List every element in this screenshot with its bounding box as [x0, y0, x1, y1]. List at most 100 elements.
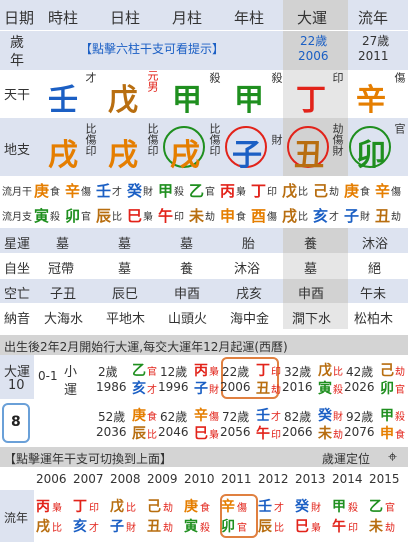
dayun-zhi[interactable]: 未 — [318, 423, 332, 443]
liuyue-gan-char[interactable]: 丁 — [251, 180, 266, 201]
liuyue-gan-char[interactable]: 辛 — [375, 180, 390, 201]
liuyue-zhi-tag: 殺 — [50, 212, 60, 223]
dayun-gan[interactable]: 癸 — [318, 405, 332, 425]
kongwang-dayun: 申酉 — [298, 287, 325, 302]
zizuo-year: 沐浴 — [234, 262, 261, 277]
liuyue-zhi-tag: 比 — [298, 212, 308, 223]
liuyue-zhi-char[interactable]: 申 — [220, 205, 235, 226]
dayun-age: 22歲 — [300, 34, 328, 48]
dayun-gan-tag: 殺 — [395, 412, 405, 423]
liunian-gan[interactable]: 庚 — [184, 496, 198, 516]
liunian-year: 2011 — [358, 49, 389, 63]
dayun-zhi[interactable]: 午 — [256, 423, 270, 443]
liuyue-zhi-char[interactable]: 午 — [158, 205, 173, 226]
dayun-gan[interactable]: 己 — [380, 360, 394, 380]
dayun-zhi[interactable]: 亥 — [132, 378, 146, 398]
xingyun-hour: 墓 — [56, 237, 70, 252]
liuyue-zhi-char[interactable]: 子 — [344, 205, 359, 226]
dizhi-year[interactable]: 子 — [232, 130, 262, 174]
liunian-gan[interactable]: 丁 — [73, 496, 87, 516]
liunian-zhi[interactable]: 卯 — [221, 516, 235, 536]
liuyue-zhi-char[interactable]: 戌 — [282, 205, 297, 226]
dayun-gan[interactable]: 丁 — [256, 360, 270, 380]
liuyue-zhi-char[interactable]: 巳 — [127, 205, 142, 226]
dayun-zhi[interactable]: 巳 — [194, 423, 208, 443]
liuyue-gan-char[interactable]: 庚 — [344, 180, 359, 201]
liunian-gan[interactable]: 辛 — [221, 496, 235, 516]
liunian-zhi-tag: 劫 — [385, 523, 395, 534]
liuyue-gan-char[interactable]: 戊 — [282, 180, 297, 201]
kongwang-label: 空亡 — [4, 287, 31, 302]
liunian-zhi[interactable]: 寅 — [184, 516, 198, 536]
dayun-zhi[interactable]: 子 — [194, 378, 208, 398]
tiangan-dayun[interactable]: 丁 — [296, 75, 326, 119]
liuyue-zhi-tag: 才 — [329, 212, 339, 223]
dayun-zhi[interactable]: 卯 — [380, 378, 394, 398]
liuyue-zhi-char[interactable]: 酉 — [251, 205, 266, 226]
tiangan-year[interactable]: 甲 — [234, 75, 264, 119]
liunian-zhi[interactable]: 亥 — [73, 516, 87, 536]
dayun-gan[interactable]: 辛 — [194, 405, 208, 425]
liuyue-zhi-char[interactable]: 辰 — [96, 205, 111, 226]
liunian-gan[interactable]: 戊 — [110, 496, 124, 516]
tiangan-hour[interactable]: 壬 — [48, 75, 78, 119]
age-label: 歲 — [10, 35, 24, 51]
liunian-gan[interactable]: 癸 — [295, 496, 309, 516]
dayun-gan[interactable]: 壬 — [256, 405, 270, 425]
liuyue-zhi-char[interactable]: 丑 — [375, 205, 390, 226]
liunian-zhi[interactable]: 丑 — [147, 516, 161, 536]
tiangan-liunian[interactable]: 辛 — [356, 75, 386, 119]
liunian-zhi[interactable]: 午 — [332, 516, 346, 536]
dayun-gan[interactable]: 乙 — [132, 360, 146, 380]
crosshair-icon[interactable]: ⌖ — [388, 447, 397, 467]
liuyue-gan-char[interactable]: 己 — [313, 180, 328, 201]
liuyue-gan-char[interactable]: 乙 — [189, 180, 204, 201]
dayun-zhi[interactable]: 丑 — [256, 378, 270, 398]
dayun-gan[interactable]: 甲 — [380, 405, 394, 425]
liuyue-zhi-char[interactable]: 未 — [189, 205, 204, 226]
liuyue-gan-char[interactable]: 丙 — [220, 180, 235, 201]
liunian-gan[interactable]: 己 — [147, 496, 161, 516]
liuyue-gan-char[interactable]: 壬 — [96, 180, 111, 201]
locate-label[interactable]: 歲運定位 — [322, 450, 370, 467]
dayun-age: 22歲 — [222, 365, 250, 379]
liunian-zhi[interactable]: 未 — [369, 516, 383, 536]
dayun-gan[interactable]: 庚 — [132, 405, 146, 425]
liunian-gan[interactable]: 乙 — [369, 496, 383, 516]
liunian-gan[interactable]: 壬 — [258, 496, 272, 516]
liuyue-gan-char[interactable]: 辛 — [65, 180, 80, 201]
hint-text[interactable]: 【點擊六柱干支可看提示】 — [80, 40, 224, 57]
dizhi-day[interactable]: 戌 — [108, 130, 138, 174]
liuyue-gan-char[interactable]: 庚 — [34, 180, 49, 201]
zizuo-day: 墓 — [118, 262, 132, 277]
liunian-gan[interactable]: 甲 — [332, 496, 346, 516]
dayun-gan[interactable]: 戊 — [318, 360, 332, 380]
dizhi-dayun[interactable]: 丑 — [294, 130, 324, 174]
dizhi-liunian[interactable]: 卯 — [356, 130, 386, 174]
zizuo-month: 養 — [180, 262, 194, 277]
dayun-zhi[interactable]: 辰 — [132, 423, 146, 443]
liuyue-gan-char[interactable]: 癸 — [127, 180, 142, 201]
dizhi-hour[interactable]: 戌 — [48, 130, 78, 174]
liunian-zhi[interactable]: 子 — [110, 516, 124, 536]
liunian-gan[interactable]: 丙 — [36, 496, 50, 516]
dizhi-month[interactable]: 戌 — [170, 130, 200, 174]
dayun-zhi[interactable]: 申 — [380, 423, 394, 443]
dizhi-label: 地支 — [4, 143, 31, 158]
liunian-year: 2006 — [36, 472, 67, 486]
liuyue-zhi-char[interactable]: 卯 — [65, 205, 80, 226]
tiangan-hour-tag: 才 — [84, 72, 97, 83]
liuyue-zhi-char[interactable]: 寅 — [34, 205, 49, 226]
dayun-zhi[interactable]: 寅 — [318, 378, 332, 398]
tiangan-month[interactable]: 甲 — [172, 75, 202, 119]
liunian-zhi[interactable]: 巳 — [295, 516, 309, 536]
liuyue-gan-char[interactable]: 甲 — [158, 180, 173, 201]
nayin-liunian: 松柏木 — [354, 312, 394, 327]
nayin-label: 納音 — [4, 312, 31, 327]
liuyue-zhi-char[interactable]: 亥 — [313, 205, 328, 226]
liunian-zhi[interactable]: 辰 — [258, 516, 272, 536]
liunian-zhi[interactable]: 戌 — [36, 516, 50, 536]
dayun-gan[interactable]: 丙 — [194, 360, 208, 380]
tiangan-day[interactable]: 戊 — [108, 75, 138, 119]
dayun-age: 2歲 — [98, 365, 118, 379]
